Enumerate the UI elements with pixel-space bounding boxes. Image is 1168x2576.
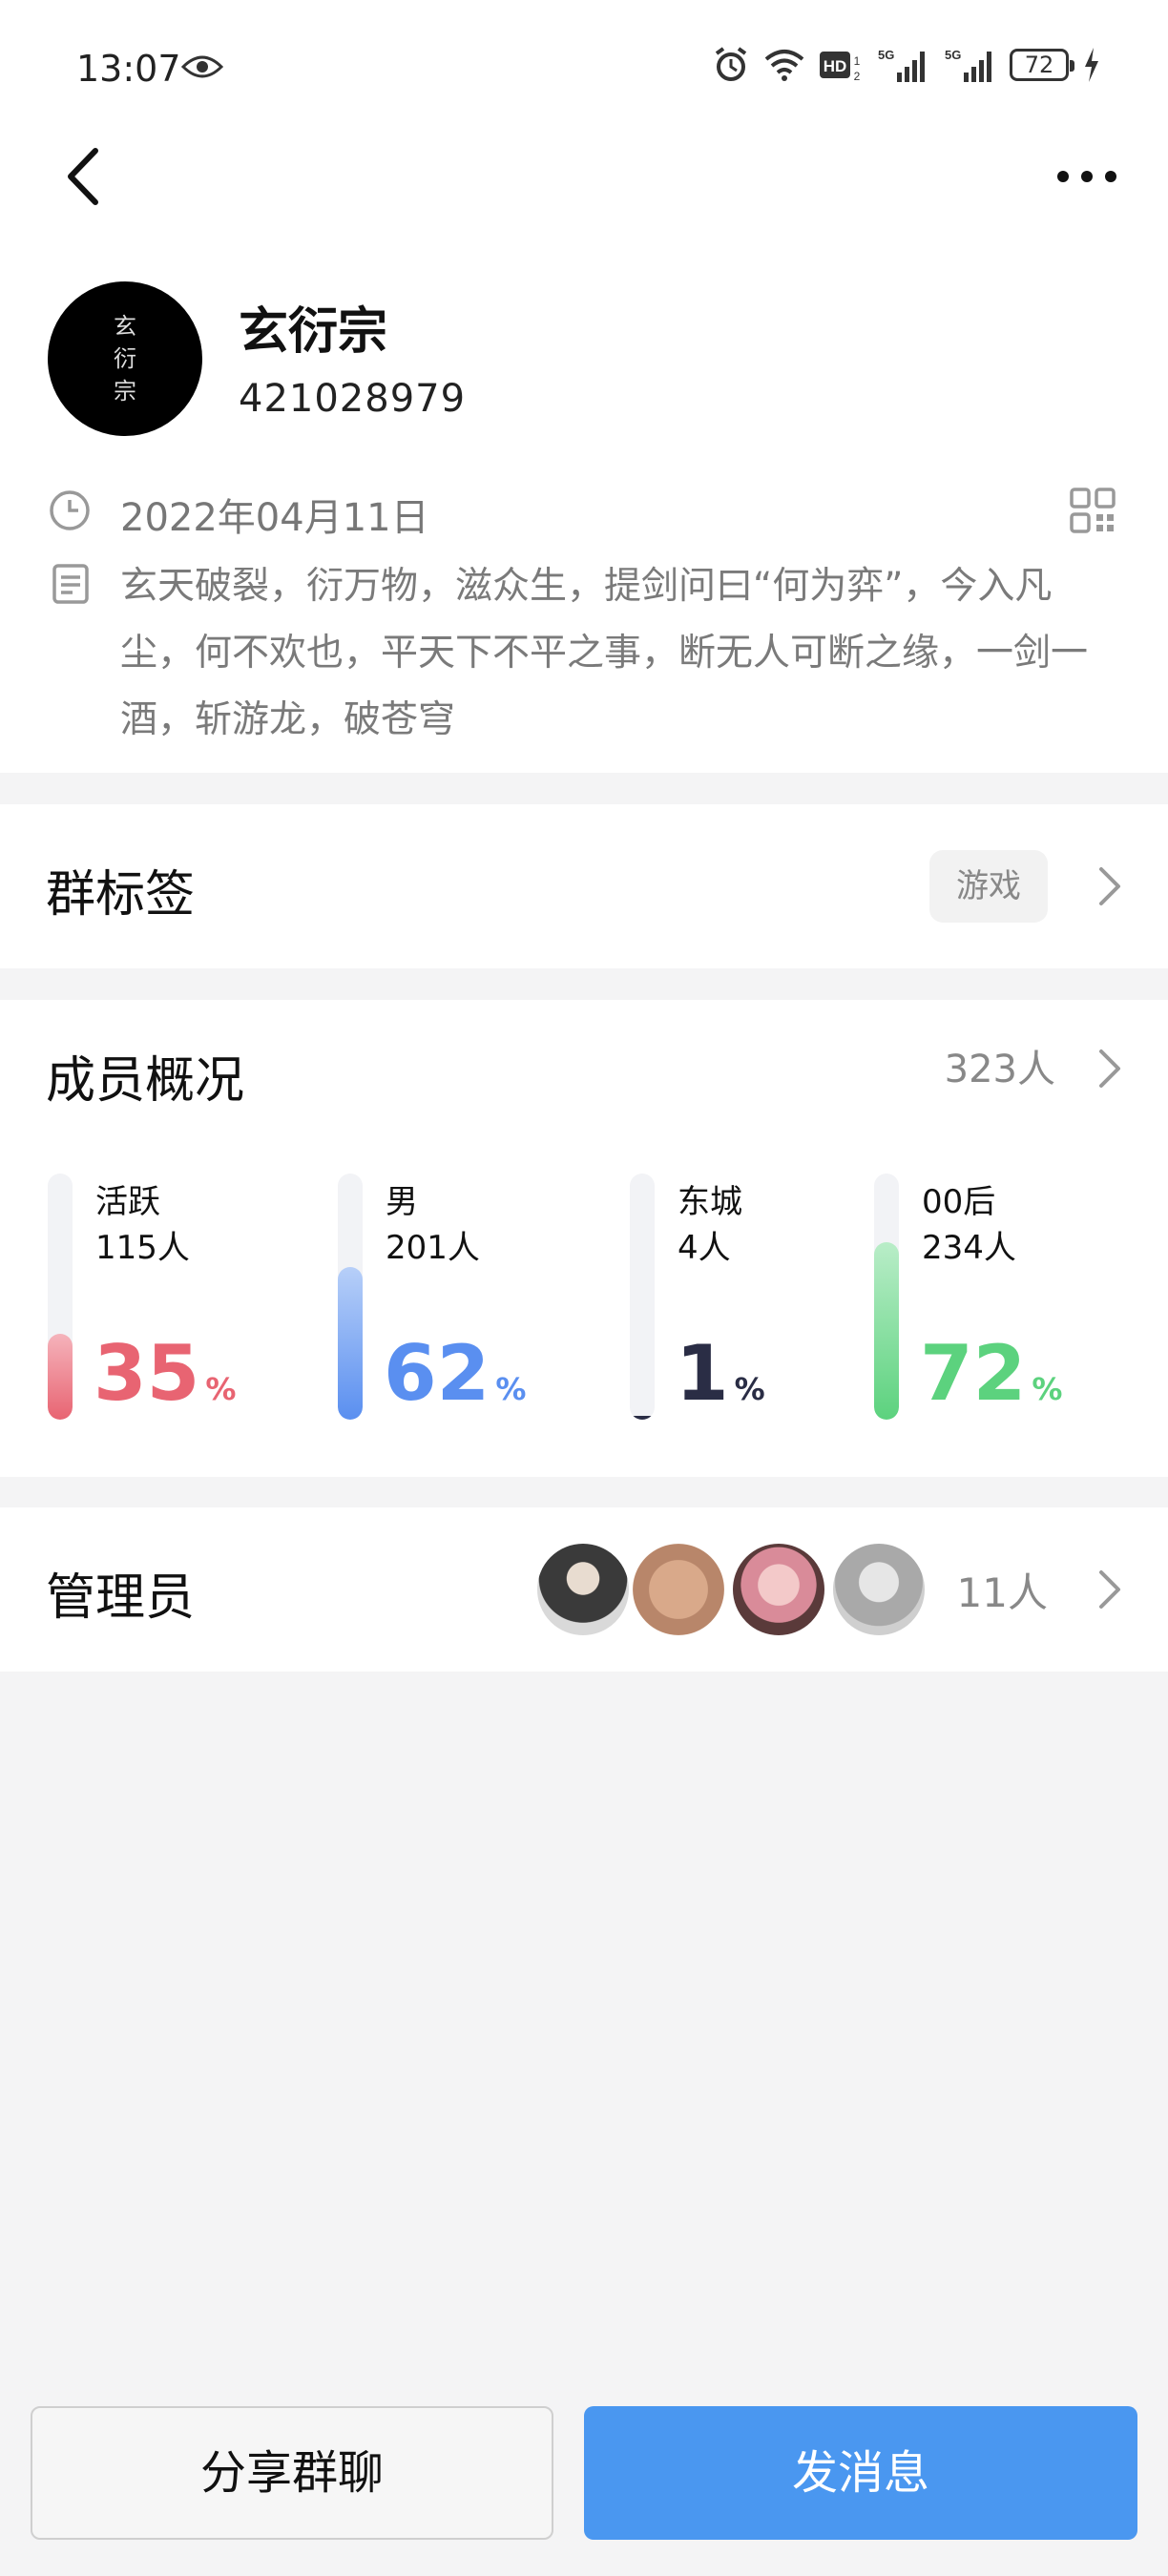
- section-title-admins: 管理员: [46, 1569, 196, 1627]
- stat-label: 00后: [922, 1183, 996, 1221]
- admin-avatar: [830, 1541, 928, 1638]
- group-name: 玄衍宗: [239, 303, 388, 361]
- stat-count: 4人: [678, 1229, 731, 1267]
- document-icon: [52, 564, 89, 604]
- stat-percent: 62%: [384, 1326, 526, 1437]
- stat-bar-fill: [630, 1416, 655, 1420]
- section-title-members: 成员概况: [46, 1052, 245, 1110]
- svg-text:2: 2: [854, 70, 861, 83]
- svg-text:5G: 5G: [945, 48, 961, 62]
- stat-active: 活跃 115人 35%: [48, 1174, 334, 1422]
- stat-percent: 72%: [920, 1326, 1062, 1437]
- stat-bar-fill: [48, 1334, 73, 1420]
- avatar-char: 玄: [114, 313, 136, 340]
- stat-age: 00后 234人 72%: [874, 1174, 1160, 1422]
- avatar-char: 宗: [114, 378, 136, 405]
- group-id: 421028979: [239, 377, 467, 421]
- stat-bar-track: [338, 1174, 363, 1420]
- stat-percent: 35%: [94, 1326, 236, 1437]
- stat-percent-unit: %: [734, 1371, 765, 1407]
- eye-icon: [181, 55, 223, 78]
- stat-percent-value: 62: [384, 1329, 490, 1418]
- admin-avatar: [730, 1541, 827, 1638]
- stat-bar-fill: [338, 1267, 363, 1420]
- bottom-action-bar: 分享群聊 发消息: [0, 2366, 1168, 2576]
- stat-percent: 1%: [676, 1326, 765, 1437]
- stat-percent-value: 72: [920, 1329, 1027, 1418]
- charging-icon: [1085, 48, 1098, 82]
- group-avatar[interactable]: 玄 衍 宗: [48, 281, 202, 436]
- group-tags-row[interactable]: 群标签 游戏: [0, 804, 1168, 968]
- admin-count: 11人: [956, 1569, 1048, 1616]
- svg-text:1: 1: [854, 54, 861, 68]
- stat-label: 东城: [678, 1183, 742, 1221]
- status-bar: 13:07 HD 1 2 5G 5G 72: [0, 0, 1168, 134]
- stat-percent-unit: %: [1032, 1371, 1063, 1407]
- tag-chip: 游戏: [929, 850, 1048, 923]
- group-description: 玄天破裂，衍万物，滋众生，提剑问曰“何为弈”，今入凡尘，何不欢也，平天下不平之事…: [120, 565, 1089, 741]
- stat-bar-track: [874, 1174, 899, 1420]
- chevron-right-icon: [1099, 867, 1120, 905]
- stat-percent-unit: %: [205, 1371, 237, 1407]
- stat-percent-value: 1: [676, 1329, 729, 1418]
- stat-count: 201人: [386, 1229, 480, 1267]
- stat-location: 东城 4人 1%: [630, 1174, 916, 1422]
- wifi-icon: [764, 50, 804, 81]
- stat-percent-unit: %: [495, 1371, 527, 1407]
- alarm-icon: [715, 47, 747, 81]
- admins-row[interactable]: 管理员 11人: [0, 1507, 1168, 1672]
- chevron-right-icon: [1099, 1049, 1120, 1088]
- battery-indicator: 72: [1010, 49, 1074, 81]
- stat-percent-value: 35: [94, 1329, 200, 1418]
- clock-icon: [50, 490, 90, 530]
- stat-count: 115人: [95, 1229, 190, 1267]
- status-icons: HD 1 2 5G 5G 72: [712, 46, 1101, 84]
- send-message-button[interactable]: 发消息: [584, 2406, 1137, 2540]
- member-count: 323人: [944, 1048, 1055, 1091]
- member-overview-section[interactable]: 成员概况 323人 活跃 115人 35% 男 201人 62% 东城 4人 1…: [0, 1000, 1168, 1477]
- signal-5g-icon-2: 5G: [945, 48, 991, 82]
- signal-5g-icon: 5G: [878, 48, 925, 82]
- avatar-char: 衍: [114, 345, 136, 372]
- admin-avatar: [534, 1541, 632, 1638]
- stat-label: 男: [386, 1183, 418, 1221]
- stat-bar-track: [48, 1174, 73, 1420]
- svg-text:HD: HD: [824, 57, 847, 75]
- svg-text:5G: 5G: [878, 48, 894, 62]
- stat-bar-track: [630, 1174, 655, 1420]
- avatar-text: 玄 衍 宗: [48, 281, 202, 436]
- stat-label: 活跃: [95, 1183, 160, 1221]
- qr-code-icon[interactable]: [1069, 487, 1116, 534]
- status-time: 13:07: [76, 48, 181, 90]
- admin-avatar: [630, 1541, 727, 1638]
- created-date: 2022年04月11日: [120, 496, 429, 540]
- more-options-button[interactable]: [1053, 157, 1120, 196]
- section-title-tags: 群标签: [46, 866, 196, 924]
- chevron-right-icon: [1099, 1570, 1120, 1609]
- stat-bar-fill: [874, 1242, 899, 1420]
- stat-male: 男 201人 62%: [338, 1174, 624, 1422]
- back-button[interactable]: [57, 143, 111, 210]
- hd-icon: HD 1 2: [820, 52, 861, 83]
- stat-count: 234人: [922, 1229, 1016, 1267]
- share-group-button[interactable]: 分享群聊: [31, 2406, 553, 2540]
